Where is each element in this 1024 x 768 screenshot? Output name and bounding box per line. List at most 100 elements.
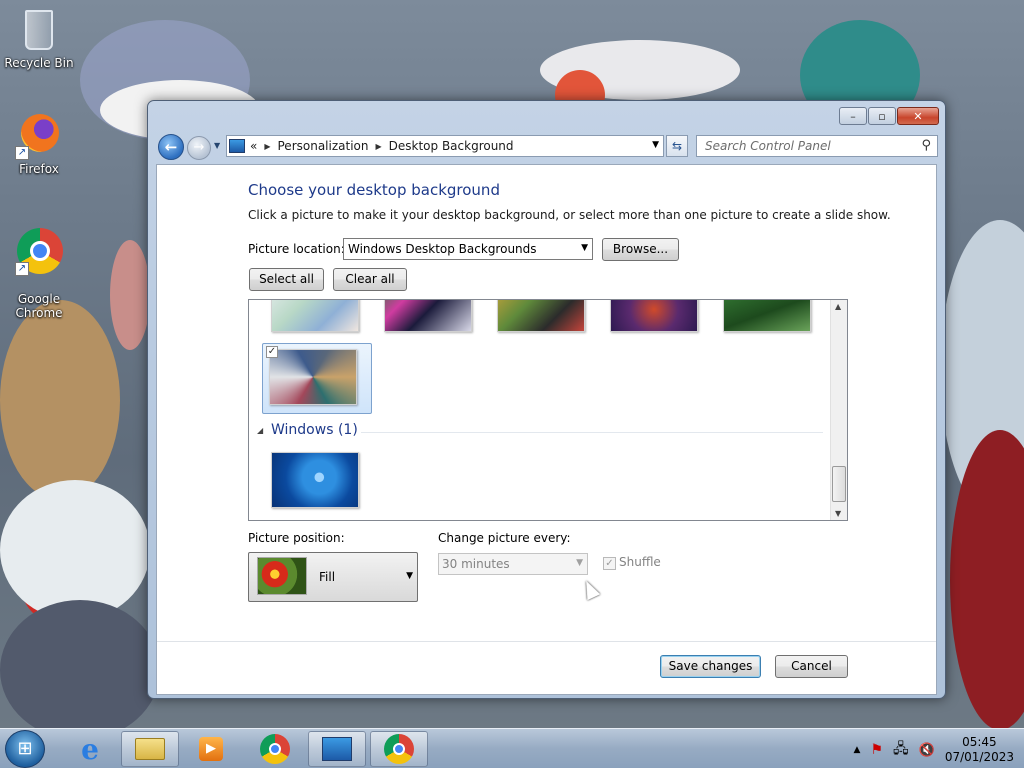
desktop-icon-chrome[interactable]: ↗ Google Chrome — [1, 214, 77, 334]
picture-location-label: Picture location: — [248, 242, 345, 256]
clear-all-button[interactable]: Clear all — [333, 268, 407, 291]
desktop-icon-recycle-bin[interactable]: Recycle Bin — [1, 6, 77, 70]
desktop-icon-firefox[interactable]: ↗ Firefox — [1, 112, 77, 176]
wallpaper-thumbnail[interactable] — [497, 300, 585, 332]
back-button[interactable]: ← — [158, 134, 184, 160]
close-button[interactable]: ✕ — [897, 107, 939, 125]
scroll-down-icon[interactable]: ▼ — [835, 509, 841, 518]
scrollbar-thumb[interactable] — [832, 466, 846, 502]
address-bar[interactable]: « ▶ Personalization ▶ Desktop Background… — [226, 135, 664, 157]
chevron-down-icon: ▼ — [214, 141, 221, 150]
taskbar-internet-explorer[interactable]: e — [61, 731, 119, 767]
wallpaper-shape — [0, 480, 150, 620]
search-placeholder: Search Control Panel — [705, 139, 831, 153]
recent-pages-dropdown[interactable]: ▼ — [214, 141, 220, 150]
taskbar-file-explorer[interactable] — [121, 731, 179, 767]
picture-location-select[interactable]: Windows Desktop Backgrounds ▼ — [343, 238, 593, 260]
shortcut-arrow-icon: ↗ — [15, 146, 29, 160]
group-divider — [361, 432, 823, 433]
change-picture-value: 30 minutes — [442, 557, 510, 571]
control-panel-icon — [322, 737, 352, 761]
wallpaper-thumbnail[interactable] — [723, 300, 811, 332]
select-all-button[interactable]: Select all — [249, 268, 324, 291]
windows-logo-icon: ⊞ — [17, 738, 33, 759]
forward-button[interactable]: → — [187, 136, 211, 160]
save-changes-button[interactable]: Save changes — [660, 655, 761, 678]
breadcrumb-desktop-background[interactable]: Desktop Background — [389, 139, 514, 153]
taskbar-media-player[interactable]: ▶ — [182, 731, 240, 767]
refresh-icon: ⇆ — [671, 139, 683, 153]
change-picture-select[interactable]: 30 minutes ▼ — [438, 553, 588, 575]
wallpaper-thumbnail[interactable] — [384, 300, 472, 332]
shortcut-arrow-icon: ↗ — [15, 262, 29, 276]
control-panel-icon — [229, 139, 245, 153]
wallpaper-thumbnail[interactable] — [610, 300, 698, 332]
folder-icon — [135, 738, 165, 760]
maximize-button[interactable]: ▫ — [868, 107, 896, 125]
picture-gallery: ✓ ◢ Windows (1) ▲ ▼ — [248, 299, 848, 521]
firefox-icon: ↗ — [15, 112, 63, 160]
page-description: Click a picture to make it your desktop … — [248, 208, 891, 222]
chevron-down-icon: ▼ — [406, 571, 413, 581]
wallpaper-thumbnail[interactable] — [269, 349, 357, 405]
gallery-scrollbar[interactable]: ▲ ▼ — [830, 300, 847, 520]
breadcrumb-separator-icon[interactable]: ▶ — [264, 142, 270, 151]
chrome-icon — [260, 734, 290, 764]
wallpaper-checkbox[interactable]: ✓ — [266, 346, 278, 358]
desktop-icon-label: Recycle Bin — [4, 56, 74, 70]
picture-position-value: Fill — [319, 570, 336, 584]
internet-explorer-icon: e — [81, 732, 99, 766]
chrome-icon: ↗ — [15, 228, 63, 276]
clock-date: 07/01/2023 — [944, 750, 1014, 764]
desktop-icon-label: Google Chrome — [15, 292, 63, 320]
arrow-right-icon: → — [193, 140, 205, 155]
desktop-icon-label: Firefox — [19, 162, 59, 176]
network-icon[interactable]: 🖧 — [893, 738, 909, 762]
wallpaper-shape — [110, 240, 150, 350]
media-player-icon: ▶ — [199, 737, 223, 761]
taskbar-control-panel[interactable] — [308, 731, 366, 767]
browse-button[interactable]: Browse... — [602, 238, 679, 261]
taskbar: ⊞ e ▶ ▲ ⚑ 🖧 🔇 05:45 07/01/2023 — [0, 728, 1024, 768]
footer-divider — [157, 641, 936, 642]
breadcrumb-personalization[interactable]: Personalization — [278, 139, 369, 153]
group-header-windows[interactable]: Windows (1) — [271, 422, 358, 438]
clock-time: 05:45 — [962, 735, 997, 749]
recycle-bin-icon — [15, 6, 63, 54]
scroll-up-icon[interactable]: ▲ — [835, 302, 841, 311]
content-pane: Choose your desktop background Click a p… — [156, 164, 937, 695]
control-panel-window: – ▫ ✕ ← → ▼ « ▶ Personalization ▶ Deskto… — [147, 100, 946, 699]
collapse-triangle-icon[interactable]: ◢ — [257, 426, 263, 435]
picture-position-select[interactable]: Fill ▼ — [248, 552, 418, 602]
refresh-button[interactable]: ⇆ — [666, 135, 688, 157]
address-dropdown-icon[interactable]: ▼ — [652, 140, 659, 150]
start-button[interactable]: ⊞ — [5, 730, 45, 768]
taskbar-chrome-window[interactable] — [370, 731, 428, 767]
page-title: Choose your desktop background — [248, 181, 500, 199]
shuffle-checkbox[interactable]: ✓ — [603, 557, 616, 570]
chevron-down-icon: ▼ — [581, 243, 588, 253]
shuffle-label[interactable]: Shuffle — [619, 555, 661, 569]
search-input[interactable]: Search Control Panel ⚲ — [696, 135, 938, 157]
show-hidden-icons-button[interactable]: ▲ — [854, 745, 861, 755]
search-icon: ⚲ — [921, 138, 931, 153]
position-preview-image — [257, 557, 307, 595]
picture-position-label: Picture position: — [248, 531, 345, 545]
cancel-button[interactable]: Cancel — [775, 655, 848, 678]
arrow-left-icon: ← — [164, 138, 178, 156]
chevron-down-icon: ▼ — [576, 558, 583, 568]
wallpaper-shape — [0, 600, 160, 740]
system-tray: ▲ ⚑ 🖧 🔇 05:45 07/01/2023 — [854, 735, 1014, 765]
clock[interactable]: 05:45 07/01/2023 — [945, 735, 1014, 765]
change-picture-label: Change picture every: — [438, 531, 571, 545]
breadcrumb-overflow[interactable]: « — [250, 139, 257, 153]
taskbar-chrome[interactable] — [246, 731, 304, 767]
breadcrumb-separator-icon[interactable]: ▶ — [375, 142, 381, 151]
selected-wallpaper-item[interactable]: ✓ — [262, 343, 372, 414]
caption-buttons: – ▫ ✕ — [839, 107, 939, 125]
wallpaper-thumbnail[interactable] — [271, 452, 359, 508]
action-center-flag-icon[interactable]: ⚑ — [870, 742, 883, 758]
volume-muted-icon[interactable]: 🔇 — [919, 743, 935, 758]
wallpaper-thumbnail[interactable] — [271, 300, 359, 332]
minimize-button[interactable]: – — [839, 107, 867, 125]
